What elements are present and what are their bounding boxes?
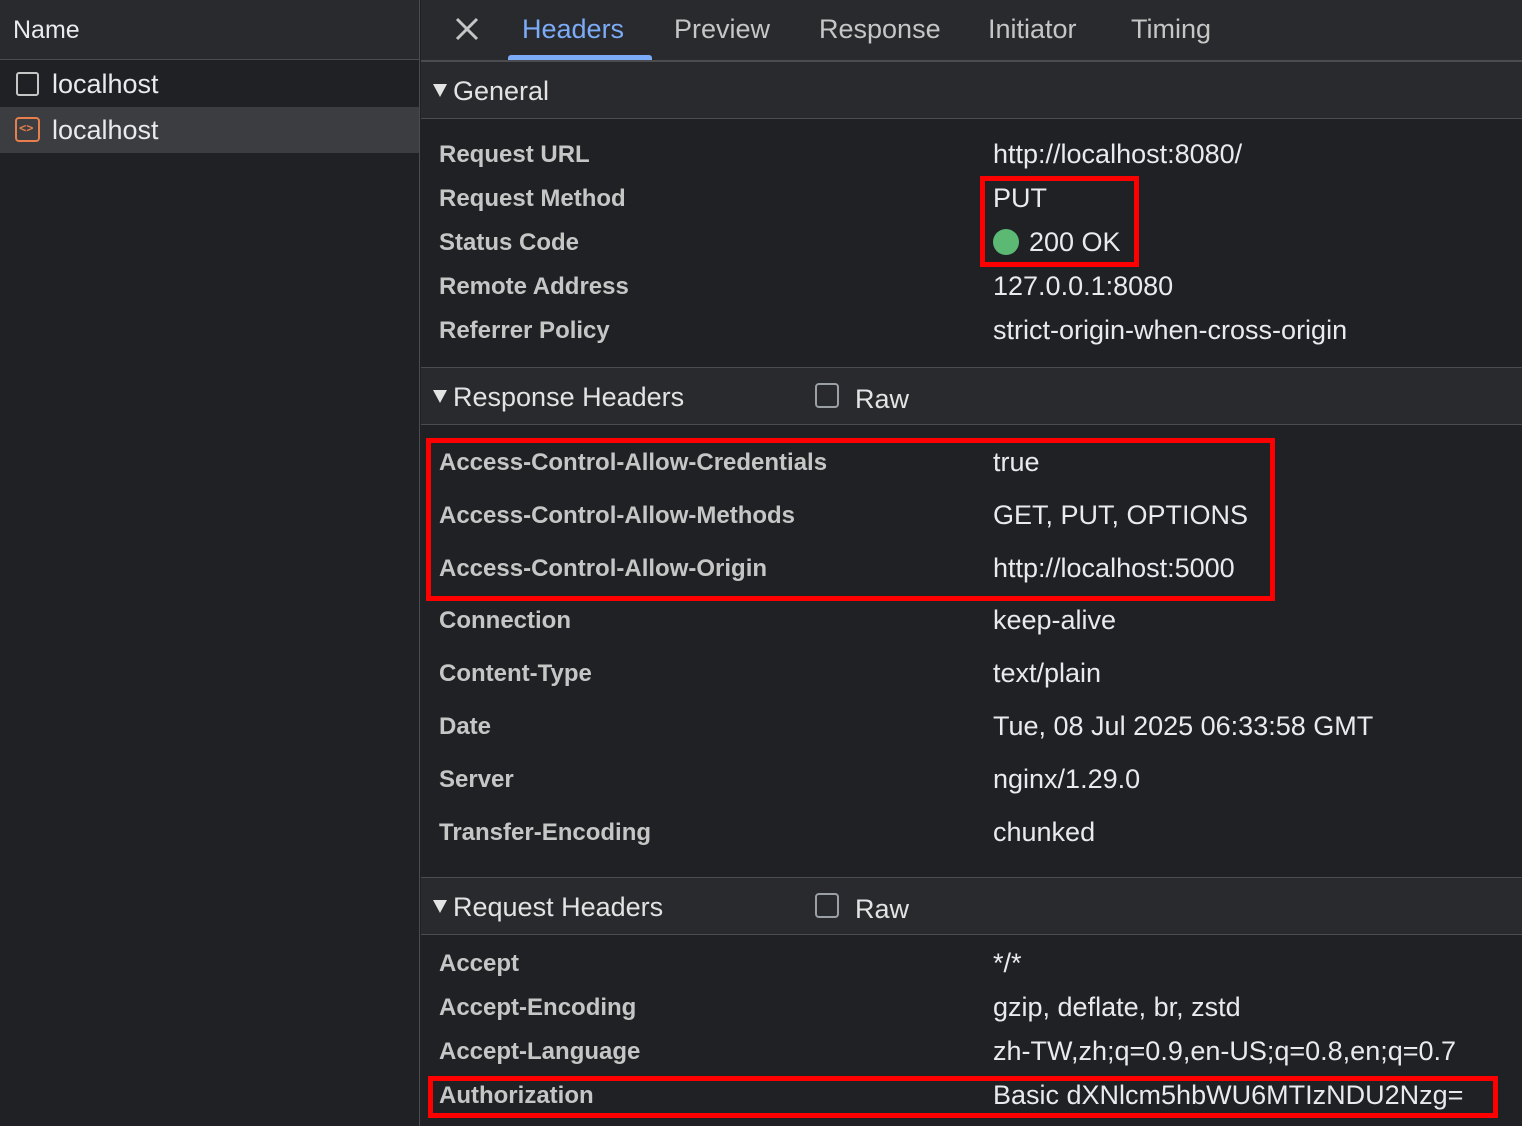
header-value[interactable]: gzip, deflate, br, zstd	[993, 992, 1241, 1023]
header-key: Transfer-Encoding	[439, 819, 652, 846]
header-row: Accept-Encoding gzip, deflate, br, zstd	[421, 988, 1522, 1028]
raw-checkbox[interactable]	[815, 383, 839, 408]
header-row: Transfer-Encoding chunked	[421, 813, 1522, 853]
header-row: Date Tue, 08 Jul 2025 06:33:58 GMT	[421, 707, 1522, 747]
header-key: Accept-Language	[439, 1038, 641, 1065]
header-row: Status Code 200 OK	[421, 223, 1522, 263]
header-value[interactable]: */*	[993, 948, 1022, 979]
request-name: localhost	[52, 115, 159, 145]
request-details-panel: Headers Preview Response Initiator Timin…	[421, 0, 1522, 1126]
header-value[interactable]: keep-alive	[993, 605, 1116, 636]
request-row-document[interactable]: localhost	[0, 61, 419, 107]
details-tab-bar: Headers Preview Response Initiator Timin…	[421, 0, 1522, 61]
header-key: Accept-Encoding	[439, 994, 637, 1021]
header-key: Request URL	[439, 141, 590, 168]
tab-headers[interactable]: Headers	[522, 14, 624, 45]
raw-label[interactable]: Raw	[855, 894, 909, 925]
header-key: Remote Address	[439, 273, 629, 300]
tab-timing[interactable]: Timing	[1131, 14, 1211, 45]
tab-preview[interactable]: Preview	[674, 14, 770, 45]
tab-initiator[interactable]: Initiator	[988, 14, 1077, 45]
request-headers-section-header[interactable]: Request Headers Raw	[421, 877, 1522, 935]
section-title: Request Headers	[453, 892, 664, 922]
header-row: Request URL http://localhost:8080/	[421, 135, 1522, 175]
active-tab-indicator	[508, 55, 652, 60]
header-row: Connection keep-alive	[421, 601, 1522, 641]
header-value[interactable]: text/plain	[993, 658, 1101, 689]
section-title: General	[453, 76, 550, 106]
header-value[interactable]: Tue, 08 Jul 2025 06:33:58 GMT	[993, 711, 1373, 742]
close-icon[interactable]	[449, 10, 485, 48]
response-headers-section-header[interactable]: Response Headers Raw	[421, 367, 1522, 425]
name-column-label: Name	[13, 16, 80, 44]
header-value[interactable]: nginx/1.29.0	[993, 764, 1140, 795]
raw-label[interactable]: Raw	[855, 384, 909, 415]
request-name: localhost	[52, 69, 159, 99]
highlight-box-method-status	[980, 176, 1139, 267]
header-row: Server nginx/1.29.0	[421, 760, 1522, 800]
collapse-triangle-icon	[433, 390, 447, 403]
general-section-header[interactable]: General	[421, 61, 1522, 119]
header-value[interactable]: zh-TW,zh;q=0.9,en-US;q=0.8,en;q=0.7	[993, 1036, 1456, 1067]
raw-checkbox[interactable]	[815, 893, 839, 918]
header-row: Remote Address 127.0.0.1:8080	[421, 267, 1522, 307]
section-title: Response Headers	[453, 382, 685, 412]
highlight-box-cors-headers	[426, 438, 1275, 601]
header-row: Request Method PUT	[421, 179, 1522, 219]
header-value[interactable]: 127.0.0.1:8080	[993, 271, 1173, 302]
header-value[interactable]: strict-origin-when-cross-origin	[993, 315, 1347, 346]
header-row: Accept-Language zh-TW,zh;q=0.9,en-US;q=0…	[421, 1032, 1522, 1072]
header-row: Referrer Policy strict-origin-when-cross…	[421, 311, 1522, 351]
collapse-triangle-icon	[433, 900, 447, 913]
header-key: Date	[439, 713, 492, 740]
request-row-fetch[interactable]: <> localhost	[0, 107, 419, 153]
header-value[interactable]: chunked	[993, 817, 1095, 848]
name-column-header[interactable]: Name	[0, 0, 419, 60]
header-value[interactable]: http://localhost:8080/	[993, 139, 1242, 170]
highlight-box-authorization	[428, 1076, 1498, 1118]
tab-response[interactable]: Response	[819, 14, 941, 45]
header-row: Content-Type text/plain	[421, 654, 1522, 694]
header-key: Server	[439, 766, 514, 793]
request-list-panel: Name localhost <> localhost	[0, 0, 420, 1126]
header-row: Accept */*	[421, 944, 1522, 984]
header-key: Connection	[439, 607, 571, 634]
fetch-xhr-icon: <>	[15, 117, 40, 142]
header-key: Referrer Policy	[439, 317, 610, 344]
header-key: Accept	[439, 950, 520, 977]
header-key: Request Method	[439, 185, 626, 212]
collapse-triangle-icon	[433, 84, 447, 97]
header-key: Status Code	[439, 229, 580, 256]
document-icon	[16, 72, 39, 96]
header-key: Content-Type	[439, 660, 592, 687]
